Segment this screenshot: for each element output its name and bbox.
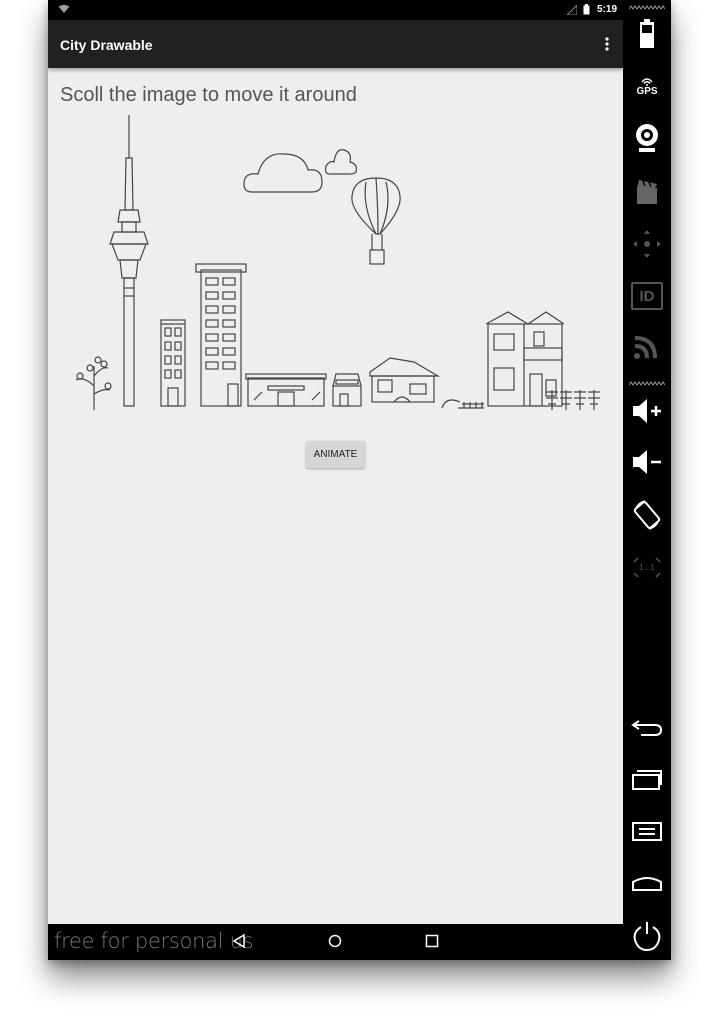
cafe: [332, 373, 362, 407]
home-icon[interactable]: [328, 934, 342, 948]
panel-grip-middle[interactable]: [623, 380, 671, 388]
status-bar: 5:19: [48, 0, 623, 20]
rss-icon[interactable]: [623, 330, 671, 362]
signal-icon: [567, 5, 577, 15]
navigation-bar: free for personal us: [48, 924, 623, 960]
screen-record-icon[interactable]: [623, 174, 671, 208]
rotate-icon[interactable]: [623, 498, 671, 532]
volume-up-icon[interactable]: [623, 396, 671, 426]
action-bar: City Drawable: [48, 20, 623, 68]
recents-icon[interactable]: [425, 934, 439, 948]
gps-label: GPS: [636, 85, 658, 97]
camera-control-icon[interactable]: [623, 120, 671, 156]
back-icon[interactable]: [232, 934, 246, 948]
hot-air-balloon: [351, 177, 401, 265]
cottage: [369, 357, 441, 403]
device-id-control[interactable]: ID: [623, 280, 671, 312]
cloud-large: [243, 153, 323, 193]
device-id-label: ID: [639, 287, 655, 305]
recents-control-icon[interactable]: [623, 764, 671, 794]
scale-label: 1 : 1: [639, 562, 655, 572]
battery-control-icon[interactable]: [623, 18, 671, 50]
gps-icon: [641, 77, 653, 86]
power-icon[interactable]: [623, 918, 671, 954]
home-control-icon[interactable]: [623, 868, 671, 898]
gps-control[interactable]: GPS: [623, 70, 671, 102]
shop: [245, 373, 327, 407]
app-title: City Drawable: [60, 37, 153, 53]
instruction-text: Scoll the image to move it around: [60, 84, 357, 106]
battery-icon: [583, 4, 590, 15]
emulator-side-panel: GPS ID 1 : 1: [623, 0, 671, 960]
wifi-icon: [58, 4, 70, 13]
back-control-icon[interactable]: [623, 712, 671, 742]
overflow-menu-icon[interactable]: [605, 36, 609, 52]
sky-tower: [109, 115, 149, 407]
tree-left: [75, 356, 112, 410]
volume-down-icon[interactable]: [623, 447, 671, 477]
device-screen: 5:19 City Drawable Scoll the image to mo…: [48, 0, 623, 960]
animate-button[interactable]: ANIMATE: [306, 441, 365, 468]
fence: [441, 399, 484, 409]
building-small: [160, 319, 186, 407]
dpad-icon[interactable]: [623, 226, 671, 262]
watermark-text: free for personal us: [54, 929, 254, 953]
building-tall: [195, 263, 247, 407]
menu-control-icon[interactable]: [623, 816, 671, 846]
trees-right: [546, 390, 600, 410]
scale-control[interactable]: 1 : 1: [623, 550, 671, 584]
cloud-small: [324, 149, 357, 175]
status-time: 5:19: [596, 4, 617, 15]
panel-grip-top[interactable]: [623, 4, 671, 12]
city-drawable-image[interactable]: [68, 110, 608, 420]
